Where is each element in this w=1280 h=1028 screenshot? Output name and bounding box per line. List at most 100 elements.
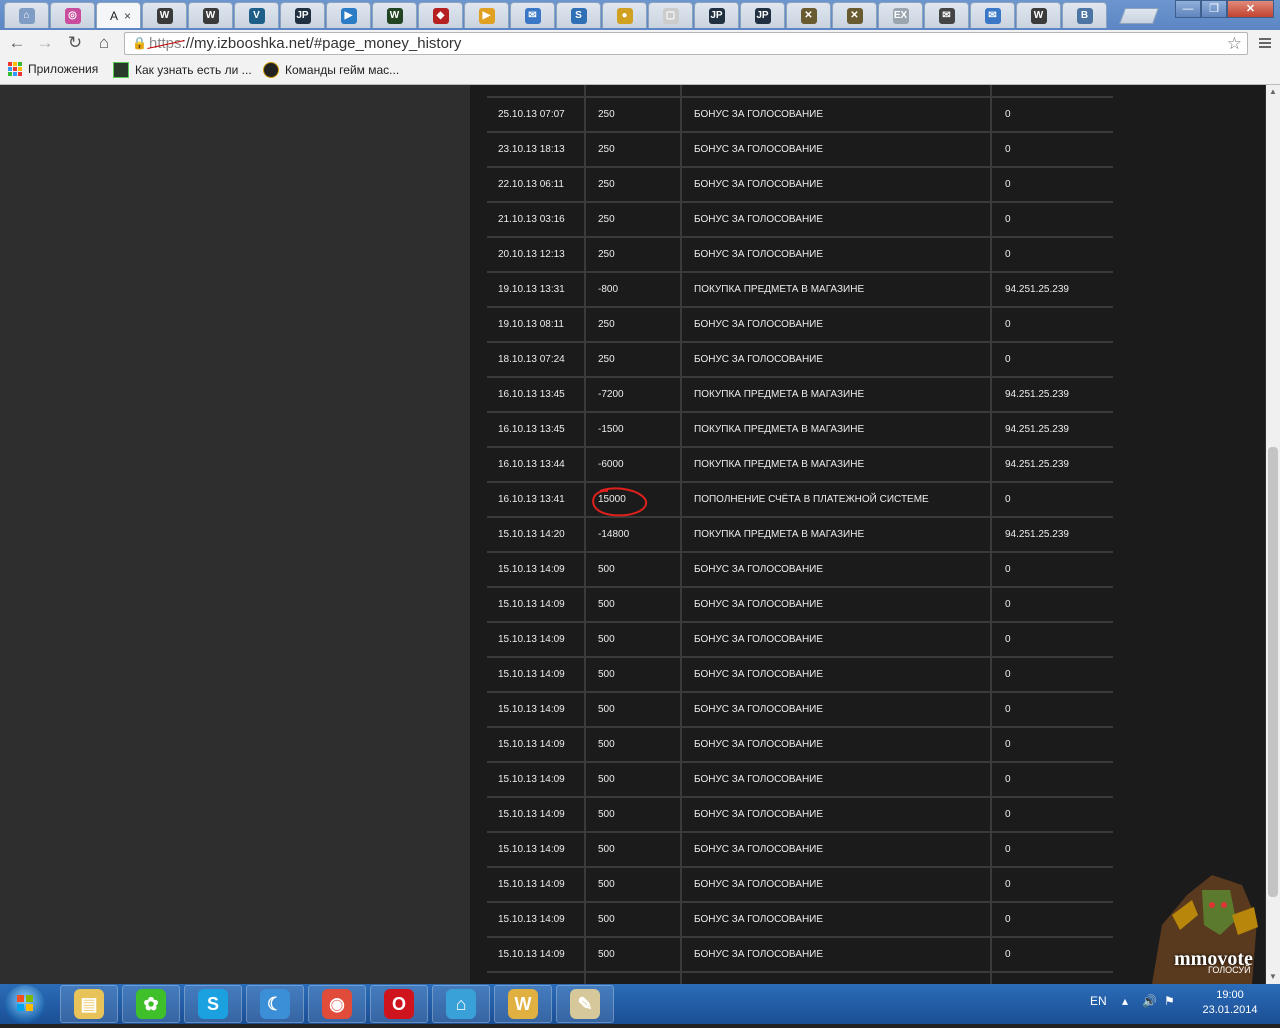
browser-tab[interactable]: W bbox=[188, 2, 233, 28]
cross-icon: ✕ bbox=[846, 7, 863, 24]
browser-tab[interactable]: EX bbox=[878, 2, 923, 28]
table-row: 15.10.13 14:09500БОНУС ЗА ГОЛОСОВАНИЕ 0 bbox=[487, 728, 1113, 763]
ip-cell: 0 bbox=[1005, 144, 1011, 155]
browser-tab[interactable]: ✉ bbox=[924, 2, 969, 28]
browser-tab[interactable]: В bbox=[1062, 2, 1107, 28]
browser-tab[interactable]: S bbox=[556, 2, 601, 28]
ip-cell: 0 bbox=[1005, 809, 1011, 820]
mail-icon: ✉ bbox=[984, 7, 1001, 24]
maximize-button[interactable]: ❐ bbox=[1201, 0, 1227, 18]
back-arrow-icon[interactable]: ← bbox=[6, 32, 28, 54]
tab-strip: ⌂ ◎ A × W W V JP ▶ W ◆ ▶ ✉ S ● ▢ JP JP ✕ ✕ EX ✉ ✉ W В bbox=[0, 0, 1280, 30]
taskbar-app-button[interactable]: ◉ bbox=[308, 985, 366, 1023]
scrollbar-thumb[interactable] bbox=[1268, 447, 1278, 897]
system-clock[interactable]: 19:00 23.01.2014 bbox=[1190, 988, 1270, 1018]
tab-active[interactable]: A × bbox=[96, 2, 141, 28]
date-cell: 15.10.13 14:09 bbox=[487, 623, 586, 656]
table-row: 15.10.13 14:09500БОНУС ЗА ГОЛОСОВАНИЕ 0 bbox=[487, 868, 1113, 903]
url-text[interactable]: https://my.izbooshka.net/#page_money_his… bbox=[149, 35, 461, 52]
date-cell: 18.10.13 07:24 bbox=[487, 343, 586, 376]
description-cell: БОНУС ЗА ГОЛОСОВАНИЕ bbox=[682, 763, 992, 796]
start-button[interactable] bbox=[5, 985, 45, 1023]
swirl-icon: S bbox=[570, 7, 587, 24]
browser-tab[interactable]: W bbox=[1016, 2, 1061, 28]
minimize-button[interactable]: — bbox=[1175, 0, 1201, 18]
table-row: 15.10.13 14:09500БОНУС ЗА ГОЛОСОВАНИЕ 0 bbox=[487, 588, 1113, 623]
browser-tab[interactable]: ◎ bbox=[50, 2, 95, 28]
close-window-button[interactable]: ✕ bbox=[1227, 0, 1274, 18]
browser-tab[interactable]: V bbox=[234, 2, 279, 28]
date-cell: 27.10.13 09:22 bbox=[487, 85, 586, 96]
ip-cell: 0 bbox=[1005, 949, 1011, 960]
description-cell: БОНУС ЗА ГОЛОСОВАНИЕ bbox=[682, 98, 992, 131]
home-icon[interactable]: ⌂ bbox=[93, 32, 115, 54]
browser-tab[interactable]: ✕ bbox=[832, 2, 877, 28]
browser-tab[interactable]: JP bbox=[740, 2, 785, 28]
ip-cell: 0 bbox=[992, 85, 1113, 96]
scroll-down-arrow-icon[interactable]: ▼ bbox=[1266, 970, 1280, 984]
taskbar-app-button[interactable]: ✿ bbox=[122, 985, 180, 1023]
bookmark-item[interactable]: Команды гейм мас... bbox=[263, 62, 399, 78]
bookmark-star-icon[interactable]: ☆ bbox=[1227, 34, 1242, 54]
browser-tab[interactable]: ✕ bbox=[786, 2, 831, 28]
page-icon: ▢ bbox=[662, 7, 679, 24]
insecure-lock-icon[interactable]: 🔒 bbox=[132, 36, 147, 51]
ip-cell: 0 bbox=[1005, 179, 1011, 190]
ip-cell: 0 bbox=[1005, 704, 1011, 715]
bookmark-item[interactable]: Как узнать есть ли ... bbox=[113, 62, 252, 78]
description-cell: БОНУС ЗА ГОЛОСОВАНИЕ bbox=[682, 728, 992, 761]
browser-tab[interactable]: ✉ bbox=[510, 2, 555, 28]
chrome-icon: ◉ bbox=[322, 989, 352, 1019]
reload-icon[interactable]: ↻ bbox=[64, 32, 86, 54]
amount-cell: 250 bbox=[586, 133, 682, 166]
taskbar-app-button[interactable]: ▤ bbox=[60, 985, 118, 1023]
taskbar-app-button[interactable]: O bbox=[370, 985, 428, 1023]
tab-close-icon[interactable]: × bbox=[124, 9, 131, 23]
flag-icon: ▶ bbox=[478, 7, 495, 24]
browser-tab[interactable]: ⌂ bbox=[4, 2, 49, 28]
date-cell: 20.10.13 12:13 bbox=[487, 238, 586, 271]
taskbar-app-button[interactable]: ☾ bbox=[246, 985, 304, 1023]
browser-tab[interactable]: ▶ bbox=[326, 2, 371, 28]
forward-arrow-icon[interactable]: → bbox=[34, 32, 56, 54]
chrome-menu-icon[interactable] bbox=[1254, 32, 1276, 54]
browser-tab[interactable]: ● bbox=[602, 2, 647, 28]
taskbar-app-button[interactable]: ✎ bbox=[556, 985, 614, 1023]
bracket-icon: V bbox=[248, 7, 265, 24]
opera-icon: O bbox=[384, 989, 414, 1019]
tray-expand-icon[interactable]: ▴ bbox=[1122, 994, 1128, 1008]
browser-tab[interactable]: ▢ bbox=[648, 2, 693, 28]
browser-tab[interactable]: W bbox=[372, 2, 417, 28]
table-row: 15.10.13 14:09500БОНУС ЗА ГОЛОСОВАНИЕ 0 bbox=[487, 553, 1113, 588]
apps-icon bbox=[8, 62, 22, 76]
scroll-up-arrow-icon[interactable]: ▲ bbox=[1266, 85, 1280, 99]
description-cell: БОНУС ЗА ГОЛОСОВАНИЕ bbox=[682, 973, 992, 984]
taskbar-app-button[interactable]: S bbox=[184, 985, 242, 1023]
date-cell: 15.10.13 14:09 bbox=[487, 973, 586, 984]
bookmark-apps[interactable]: Приложения bbox=[8, 62, 98, 76]
network-icon[interactable]: ⚑ bbox=[1164, 994, 1175, 1008]
browser-tab[interactable]: JP bbox=[694, 2, 739, 28]
volume-icon[interactable]: 🔊 bbox=[1142, 994, 1157, 1008]
browser-tab[interactable]: ◆ bbox=[418, 2, 463, 28]
new-tab-button[interactable] bbox=[1119, 8, 1159, 24]
description-cell: БОНУС ЗА ГОЛОСОВАНИЕ bbox=[682, 693, 992, 726]
browser-tab[interactable]: ✉ bbox=[970, 2, 1015, 28]
table-row: 19.10.13 13:31 -800 ПОКУПКА ПРЕДМЕТА В МАГ… bbox=[487, 273, 1113, 308]
amount-cell: 500 bbox=[586, 763, 682, 796]
browser-tab[interactable]: JP bbox=[280, 2, 325, 28]
taskbar-app-button[interactable]: W bbox=[494, 985, 552, 1023]
wow-icon bbox=[263, 62, 279, 78]
browser-tab[interactable]: ▶ bbox=[464, 2, 509, 28]
taskbar-app-button[interactable]: ⌂ bbox=[432, 985, 490, 1023]
address-bar[interactable]: 🔒 https://my.izbooshka.net/#page_money_h… bbox=[124, 32, 1248, 55]
cross-icon: ✕ bbox=[800, 7, 817, 24]
table-row: 16.10.13 13:45 -7200 ПОКУПКА ПРЕДМЕТА В МА… bbox=[487, 378, 1113, 413]
ip-cell: 0 bbox=[1005, 249, 1011, 260]
language-indicator[interactable]: EN bbox=[1090, 994, 1107, 1008]
browser-tab[interactable]: W bbox=[142, 2, 187, 28]
ip-cell: 0 bbox=[992, 973, 1113, 984]
page-scrollbar[interactable]: ▲ ▼ bbox=[1266, 85, 1280, 984]
amount-cell: 250 bbox=[586, 308, 682, 341]
mmovote-widget[interactable]: mmovote ГОЛОСУЙ bbox=[1132, 865, 1266, 984]
